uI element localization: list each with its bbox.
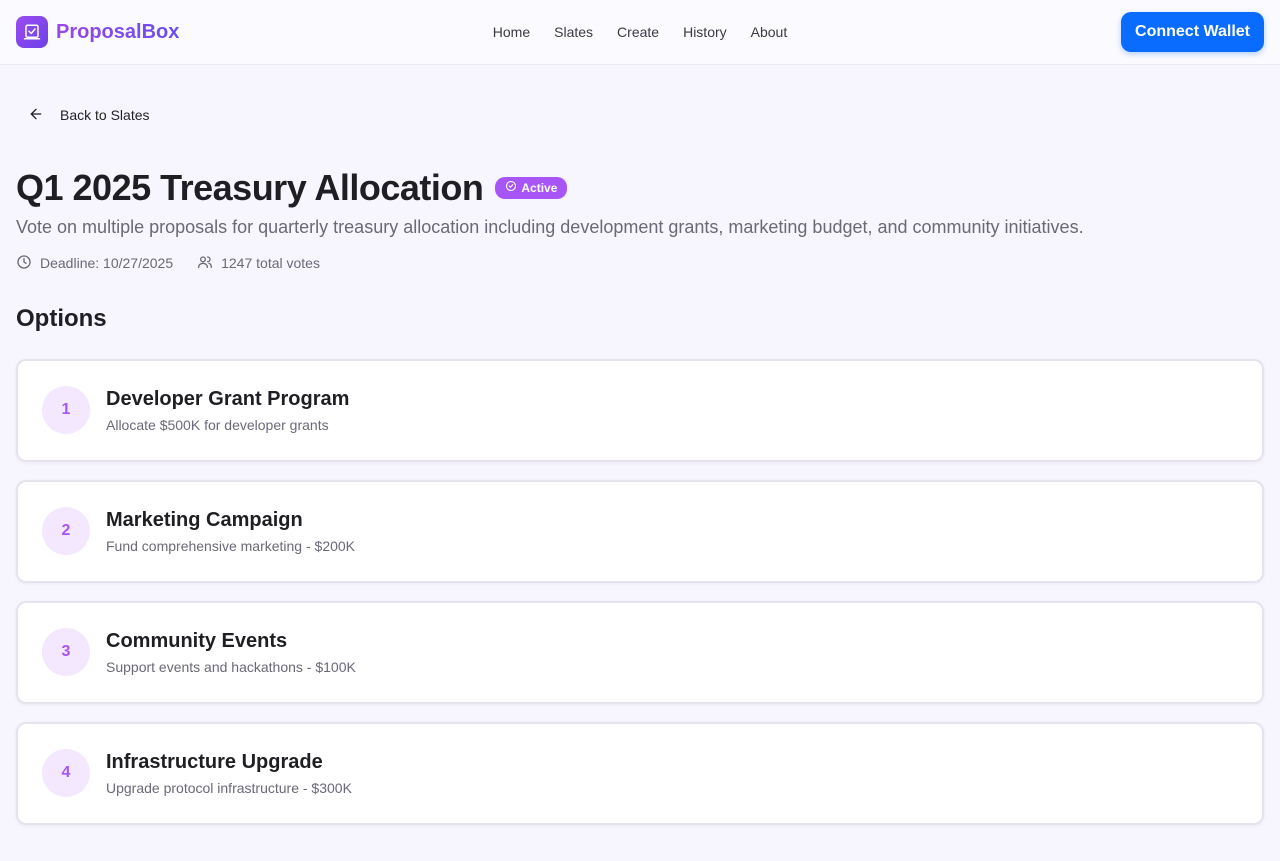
option-description: Support events and hackathons - $100K xyxy=(106,658,356,675)
back-to-slates-link[interactable]: Back to Slates xyxy=(28,105,150,125)
deadline: Deadline: 10/27/2025 xyxy=(16,254,173,273)
slate-description: Vote on multiple proposals for quarterly… xyxy=(16,216,1084,237)
slate-meta: Deadline: 10/27/2025 1247 total votes xyxy=(16,254,1264,273)
option-title: Infrastructure Upgrade xyxy=(106,750,323,773)
deadline-text: Deadline: 10/27/2025 xyxy=(40,255,174,271)
option-card[interactable]: 4 Infrastructure Upgrade Upgrade protoco… xyxy=(16,721,1264,825)
top-navbar: ProposalBox Home Slates Create History A… xyxy=(0,0,1280,65)
options-list: 1 Developer Grant Program Allocate $500K… xyxy=(16,358,1264,825)
nav-slates[interactable]: Slates xyxy=(554,24,593,40)
page-title: Q1 2025 Treasury Allocation xyxy=(16,166,484,208)
arrow-left-icon xyxy=(28,106,44,125)
option-card[interactable]: 3 Community Events Support events and ha… xyxy=(16,600,1264,704)
connect-wallet-button[interactable]: Connect Wallet xyxy=(1121,12,1264,52)
status-badge: Active xyxy=(495,176,568,199)
options-heading: Options xyxy=(16,304,107,332)
main-nav: Home Slates Create History About xyxy=(493,24,787,40)
vote-count: 1247 total votes xyxy=(197,254,320,273)
option-number: 3 xyxy=(42,628,90,676)
nav-about[interactable]: About xyxy=(751,24,788,40)
option-number: 2 xyxy=(42,507,90,555)
option-card[interactable]: 1 Developer Grant Program Allocate $500K… xyxy=(16,358,1264,462)
status-label: Active xyxy=(521,180,558,195)
option-title: Community Events xyxy=(106,629,288,652)
slate-title-row: Q1 2025 Treasury Allocation Active xyxy=(16,167,1264,209)
option-text: Infrastructure Upgrade Upgrade protocol … xyxy=(106,751,352,796)
option-number: 1 xyxy=(42,386,90,434)
users-icon xyxy=(197,254,213,273)
option-number: 4 xyxy=(42,749,90,797)
option-title: Developer Grant Program xyxy=(106,387,350,410)
option-description: Fund comprehensive marketing - $200K xyxy=(106,537,356,554)
option-text: Developer Grant Program Allocate $500K f… xyxy=(106,388,349,433)
vote-count-text: 1247 total votes xyxy=(221,255,320,271)
clock-icon xyxy=(16,254,32,273)
nav-history[interactable]: History xyxy=(683,24,727,40)
option-text: Community Events Support events and hack… xyxy=(106,630,356,675)
ballot-box-icon xyxy=(16,16,48,48)
option-description: Allocate $500K for developer grants xyxy=(106,416,329,433)
option-description: Upgrade protocol infrastructure - $300K xyxy=(106,779,352,796)
check-circle-icon xyxy=(505,180,517,195)
nav-create[interactable]: Create xyxy=(617,24,659,40)
back-link-label: Back to Slates xyxy=(60,107,150,123)
nav-home[interactable]: Home xyxy=(493,24,530,40)
brand-name: ProposalBox xyxy=(56,20,180,43)
brand[interactable]: ProposalBox xyxy=(16,16,179,48)
option-title: Marketing Campaign xyxy=(106,508,303,531)
option-card[interactable]: 2 Marketing Campaign Fund comprehensive … xyxy=(16,479,1264,583)
main-content: Back to Slates Q1 2025 Treasury Allocati… xyxy=(0,65,1280,825)
option-text: Marketing Campaign Fund comprehensive ma… xyxy=(106,509,355,554)
